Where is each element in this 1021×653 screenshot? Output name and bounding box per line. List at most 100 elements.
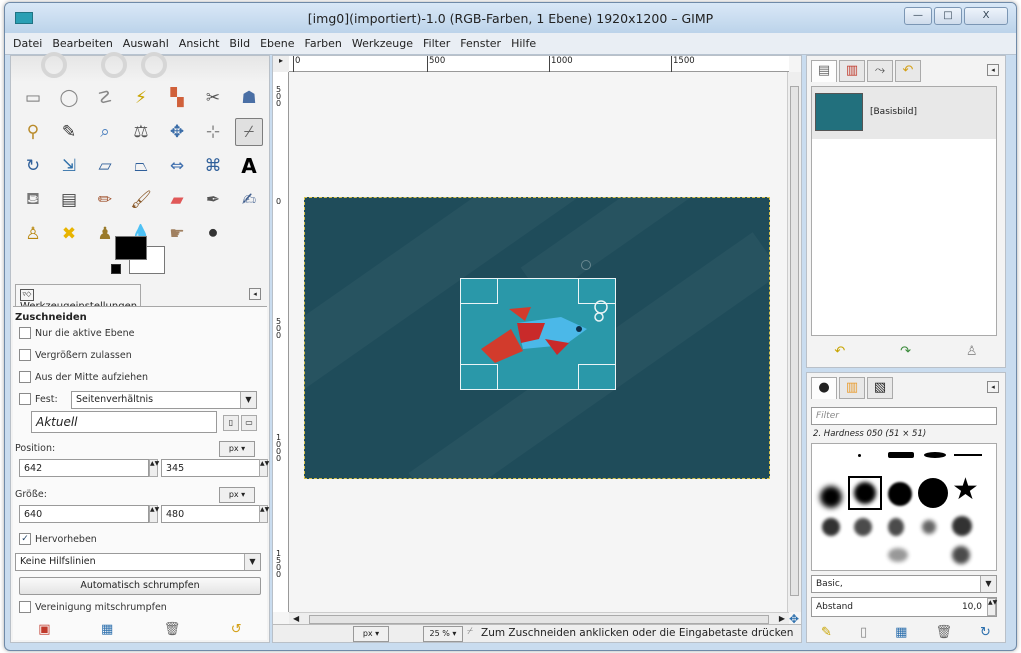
brush-grid[interactable]: ★ — [811, 443, 997, 571]
position-x-spinner[interactable]: ▲▼ — [149, 459, 159, 477]
size-width-spinner[interactable]: ▲▼ — [149, 505, 159, 523]
redo-icon[interactable]: ↷ — [900, 344, 911, 359]
crop-rectangle[interactable] — [460, 278, 616, 390]
dock-menu-icon[interactable]: ◂ — [987, 381, 999, 393]
clear-history-icon[interactable]: ♙ — [966, 344, 978, 359]
tab-channels[interactable]: ▥ — [839, 60, 865, 82]
airbrush-tool-icon[interactable]: ✒ — [199, 186, 227, 214]
tab-undo-history[interactable]: ↶ — [895, 60, 921, 82]
expand-from-center-option[interactable]: Aus der Mitte aufziehen — [19, 371, 148, 383]
shrink-merged-checkbox[interactable] — [19, 601, 31, 613]
delete-options-icon[interactable]: 🗑 — [164, 622, 181, 637]
tab-brushes[interactable]: ● — [811, 377, 837, 399]
measure-tool-icon[interactable]: ⚖ — [127, 118, 155, 146]
reset-options-icon[interactable]: ↺ — [231, 622, 242, 637]
guides-select[interactable]: Keine Hilfslinien ▼ — [15, 553, 261, 571]
tab-patterns[interactable]: ▥ — [839, 377, 865, 399]
tab-layers[interactable]: ▤ — [811, 60, 837, 82]
list-item[interactable]: [Basisbild] — [812, 87, 996, 139]
menu-bild[interactable]: Bild — [229, 37, 250, 50]
ink-tool-icon[interactable]: ✍ — [235, 186, 263, 214]
shrink-merged-option[interactable]: Vereinigung mitschrumpfen — [19, 601, 167, 613]
scissors-tool-icon[interactable]: ✂ — [199, 84, 227, 112]
aspect-ratio-input[interactable]: Aktuell — [31, 411, 217, 433]
cage-tool-icon[interactable]: ⌘ — [199, 152, 227, 180]
size-unit-select[interactable]: px ▾ — [219, 487, 255, 503]
edit-brush-icon[interactable]: ✎ — [821, 625, 832, 640]
only-active-layer-checkbox[interactable] — [19, 327, 31, 339]
shear-tool-icon[interactable]: ▱ — [91, 152, 119, 180]
select-by-color-tool-icon[interactable]: ▚ — [163, 84, 191, 112]
menu-filter[interactable]: Filter — [423, 37, 450, 50]
landscape-icon[interactable]: ▭ — [241, 415, 257, 431]
size-height-spinner[interactable]: ▲▼ — [259, 505, 269, 523]
bucket-fill-tool-icon[interactable]: ⛾ — [19, 186, 47, 214]
tab-tool-options[interactable]: ▿◇Werkzeugeinstellungen — [15, 284, 141, 312]
clone-tool-icon[interactable]: ♙ — [19, 220, 47, 248]
scroll-right-icon[interactable]: ▶ — [779, 614, 785, 623]
undo-icon[interactable]: ↶ — [834, 344, 845, 359]
menu-farben[interactable]: Farben — [305, 37, 342, 50]
spacing-slider[interactable]: Abstand 10,0 ▲▼ — [811, 597, 997, 617]
allow-growing-checkbox[interactable] — [19, 349, 31, 361]
scale-tool-icon[interactable]: ⇲ — [55, 152, 83, 180]
highlight-option[interactable]: ✓ Hervorheben — [19, 533, 97, 545]
quick-mask-corner-icon[interactable]: ▸ — [273, 56, 289, 72]
menu-bearbeiten[interactable]: Bearbeiten — [52, 37, 112, 50]
brush-preset-select[interactable]: Basic, ▼ — [811, 575, 997, 593]
text-tool-icon[interactable]: A — [235, 152, 263, 180]
color-picker-tool-icon[interactable]: ✎ — [55, 118, 83, 146]
paintbrush-tool-icon[interactable]: 🖌 — [127, 186, 155, 214]
save-options-icon[interactable]: ▣ — [38, 622, 50, 637]
new-brush-icon[interactable]: ▯ — [860, 625, 867, 640]
position-y-spinner[interactable]: ▲▼ — [259, 459, 269, 477]
position-x-input[interactable]: 642 — [19, 459, 149, 477]
expand-from-center-checkbox[interactable] — [19, 371, 31, 383]
highlight-checkbox[interactable]: ✓ — [19, 533, 31, 545]
restore-options-icon[interactable]: ▦ — [101, 622, 113, 637]
scroll-left-icon[interactable]: ◀ — [293, 614, 299, 623]
zoom-select[interactable]: 25 % ▾ — [423, 626, 463, 642]
paths-tool-icon[interactable]: ⚲ — [19, 118, 47, 146]
rotate-tool-icon[interactable]: ↻ — [19, 152, 47, 180]
menu-auswahl[interactable]: Auswahl — [123, 37, 169, 50]
blend-tool-icon[interactable]: ▤ — [55, 186, 83, 214]
position-y-input[interactable]: 345 — [161, 459, 261, 477]
rect-select-tool-icon[interactable]: ▭ — [19, 84, 47, 112]
pencil-tool-icon[interactable]: ✏ — [91, 186, 119, 214]
fixed-option[interactable]: Fest: — [19, 393, 58, 405]
tab-gradients[interactable]: ▧ — [867, 377, 893, 399]
perspective-tool-icon[interactable]: ⏢ — [127, 152, 155, 180]
color-selector[interactable] — [111, 236, 169, 280]
allow-growing-option[interactable]: Vergrößern zulassen — [19, 349, 132, 361]
spacing-spinner[interactable]: ▲▼ — [987, 598, 997, 616]
position-unit-select[interactable]: px ▾ — [219, 441, 255, 457]
tab-menu-icon[interactable]: ◂ — [249, 288, 261, 300]
menu-fenster[interactable]: Fenster — [460, 37, 501, 50]
refresh-brushes-icon[interactable]: ↻ — [980, 625, 991, 640]
duplicate-brush-icon[interactable]: ▦ — [895, 625, 907, 640]
close-button[interactable]: X — [964, 7, 1008, 25]
only-active-layer-option[interactable]: Nur die aktive Ebene — [19, 327, 135, 339]
free-select-tool-icon[interactable]: ☡ — [91, 84, 119, 112]
auto-shrink-button[interactable]: Automatisch schrumpfen — [19, 577, 261, 595]
menu-ebene[interactable]: Ebene — [260, 37, 294, 50]
flip-tool-icon[interactable]: ⇔ — [163, 152, 191, 180]
size-height-input[interactable]: 480 — [161, 505, 261, 523]
menu-werkzeuge[interactable]: Werkzeuge — [352, 37, 413, 50]
vertical-ruler[interactable]: 500 0 500 1000 1500 — [273, 72, 289, 612]
foreground-select-tool-icon[interactable]: ☗ — [235, 84, 263, 112]
fuzzy-select-tool-icon[interactable]: ⚡ — [127, 84, 155, 112]
minimize-button[interactable]: — — [904, 7, 932, 25]
crop-tool-icon[interactable]: ⌿ — [235, 118, 263, 146]
fixed-mode-select[interactable]: Seitenverhältnis ▼ — [71, 391, 257, 409]
delete-brush-icon[interactable]: 🗑 — [935, 625, 952, 640]
image-canvas[interactable] — [304, 197, 770, 479]
dodge-burn-tool-icon[interactable]: ⚫ — [199, 220, 227, 248]
ellipse-select-tool-icon[interactable]: ◯ — [55, 84, 83, 112]
heal-tool-icon[interactable]: ✖ — [55, 220, 83, 248]
brush-filter-input[interactable]: Filter — [811, 407, 997, 425]
portrait-icon[interactable]: ▯ — [223, 415, 239, 431]
fixed-checkbox[interactable] — [19, 393, 31, 405]
menu-datei[interactable]: Datei — [13, 37, 42, 50]
